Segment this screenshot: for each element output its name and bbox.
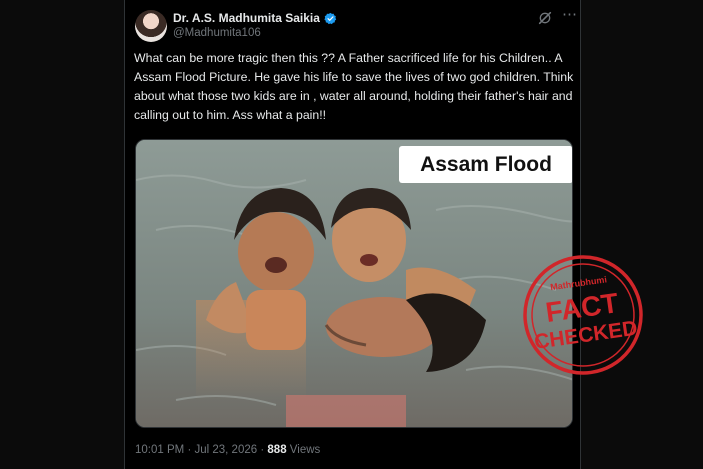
- tweet-date[interactable]: Jul 23, 2026: [194, 444, 257, 456]
- fact-checked-stamp: Mathrubhumi FACT CHECKED: [523, 255, 643, 375]
- author-name[interactable]: Dr. A.S. Madhumita Saikia: [173, 11, 320, 25]
- author-handle[interactable]: @Madhumita106: [173, 27, 261, 39]
- avatar[interactable]: [135, 10, 167, 42]
- grok-icon[interactable]: [537, 10, 553, 26]
- media-caption-badge: Assam Flood: [399, 146, 572, 183]
- tweet-time[interactable]: 10:01 PM: [135, 444, 184, 456]
- tweet-meta: 10:01 PM · Jul 23, 2026 · 888 Views: [135, 444, 320, 456]
- verified-badge-icon: [324, 12, 337, 24]
- tweet-card: Dr. A.S. Madhumita Saikia @Madhumita106 …: [124, 0, 581, 469]
- meta-separator-2: ·: [260, 444, 265, 456]
- tweet-media[interactable]: Assam Flood: [135, 139, 573, 428]
- meta-separator: ·: [187, 444, 192, 456]
- tweet-text: What can be more tragic then this ?? A F…: [134, 51, 574, 122]
- left-backdrop: [0, 0, 124, 469]
- author-row: Dr. A.S. Madhumita Saikia: [173, 11, 337, 25]
- more-options-icon[interactable]: ⋯: [562, 7, 578, 23]
- views-label: Views: [289, 444, 321, 456]
- views-count[interactable]: 888: [267, 444, 286, 456]
- right-backdrop: [581, 0, 703, 469]
- flood-photo: [136, 140, 572, 427]
